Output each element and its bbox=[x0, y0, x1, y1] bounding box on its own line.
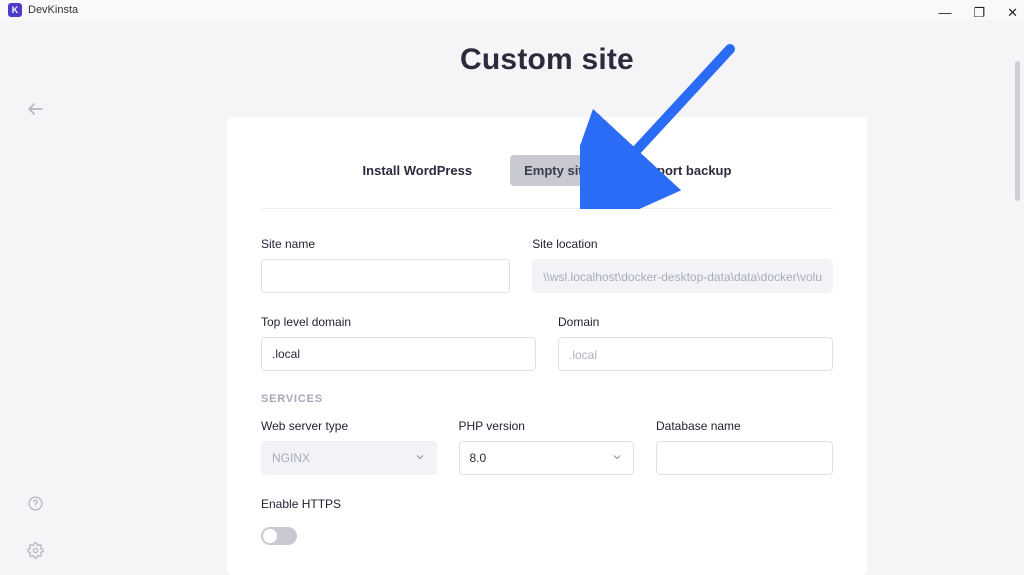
php-version-label: PHP version bbox=[459, 419, 635, 433]
scrollbar-thumb[interactable] bbox=[1015, 61, 1020, 201]
tab-empty-site[interactable]: Empty site bbox=[510, 155, 604, 186]
close-button[interactable]: ✕ bbox=[1007, 6, 1018, 19]
toggle-knob bbox=[263, 529, 277, 543]
chevron-down-icon bbox=[414, 451, 426, 466]
enable-https-label: Enable HTTPS bbox=[261, 497, 833, 511]
php-version-value: 8.0 bbox=[470, 451, 487, 465]
maximize-button[interactable]: ❐ bbox=[973, 6, 985, 19]
tld-input[interactable] bbox=[261, 337, 536, 371]
tabs: Install WordPress Empty site Import back… bbox=[261, 155, 833, 209]
domain-display: .local bbox=[558, 337, 833, 371]
site-name-input[interactable] bbox=[261, 259, 510, 293]
php-version-select[interactable]: 8.0 bbox=[459, 441, 635, 475]
page-title: Custom site bbox=[460, 43, 634, 77]
chevron-down-icon bbox=[611, 451, 623, 466]
minimize-button[interactable]: — bbox=[938, 6, 951, 19]
enable-https-toggle[interactable] bbox=[261, 527, 297, 545]
web-server-value: NGINX bbox=[272, 451, 310, 465]
app-name: DevKinsta bbox=[28, 4, 78, 16]
site-location-label: Site location bbox=[532, 237, 833, 251]
site-location-display: \\wsl.localhost\docker-desktop-data\data… bbox=[532, 259, 833, 293]
main-column: Custom site Install WordPress Empty site… bbox=[70, 21, 1024, 575]
app-logo-icon: K bbox=[8, 3, 22, 17]
back-button[interactable] bbox=[25, 99, 45, 119]
web-server-label: Web server type bbox=[261, 419, 437, 433]
web-server-select: NGINX bbox=[261, 441, 437, 475]
form-card: Install WordPress Empty site Import back… bbox=[227, 117, 867, 575]
left-rail bbox=[0, 21, 70, 575]
settings-icon[interactable] bbox=[27, 542, 44, 559]
site-name-label: Site name bbox=[261, 237, 510, 251]
content-area: Custom site Install WordPress Empty site… bbox=[0, 21, 1024, 575]
tld-label: Top level domain bbox=[261, 315, 536, 329]
tab-import-backup[interactable]: Import backup bbox=[628, 155, 746, 186]
title-bar: K DevKinsta — ❐ ✕ bbox=[0, 0, 1024, 21]
help-icon[interactable] bbox=[27, 495, 44, 512]
services-header: SERVICES bbox=[261, 393, 833, 405]
domain-label: Domain bbox=[558, 315, 833, 329]
db-name-label: Database name bbox=[656, 419, 833, 433]
scrollbar[interactable] bbox=[1012, 61, 1022, 569]
db-name-input[interactable] bbox=[656, 441, 833, 475]
tab-install-wordpress[interactable]: Install WordPress bbox=[349, 155, 487, 186]
